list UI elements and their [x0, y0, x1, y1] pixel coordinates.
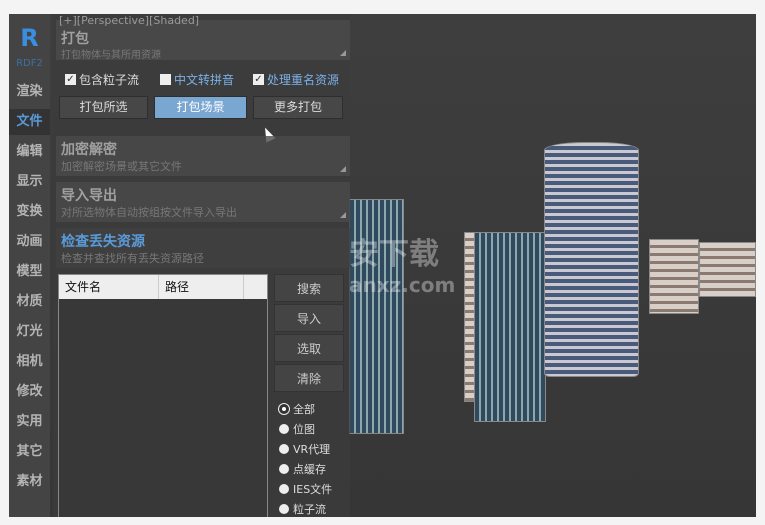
- clear-button[interactable]: 清除: [274, 364, 344, 392]
- radio-icon[interactable]: [279, 484, 289, 494]
- nav-item-material[interactable]: 材质: [9, 289, 50, 315]
- pack-scene-button[interactable]: 打包场景: [154, 96, 247, 119]
- watermark-text: 安下载: [349, 237, 439, 272]
- nav-item-edit[interactable]: 编辑: [9, 139, 50, 165]
- section-subtitle: 检查并查找所有丢失资源路径: [61, 252, 204, 265]
- nav-item-transform[interactable]: 变换: [9, 199, 50, 225]
- radio-icon[interactable]: [279, 424, 289, 434]
- radio-label: 粒子流: [293, 503, 326, 516]
- radio-label: IES文件: [293, 483, 333, 496]
- section-import-export-header[interactable]: 导入导出 对所选物体自动按组按文件导入导出: [56, 182, 350, 222]
- checkbox-label: 包含粒子流: [79, 73, 140, 87]
- checkbox-chinese-to-pinyin[interactable]: 中文转拼音: [160, 71, 234, 88]
- checkbox-unchecked-icon[interactable]: [160, 74, 171, 85]
- nav-item-model[interactable]: 模型: [9, 259, 50, 285]
- building: [649, 239, 699, 314]
- checkbox-checked-icon[interactable]: ✓: [65, 74, 76, 85]
- section-title: 打包: [61, 31, 89, 47]
- nav-item-utility[interactable]: 实用: [9, 409, 50, 435]
- nav-item-file[interactable]: 文件: [9, 109, 50, 135]
- section-subtitle: 对所选物体自动按组按文件导入导出: [61, 206, 237, 219]
- select-button[interactable]: 选取: [274, 334, 344, 362]
- radio-bitmap[interactable]: 位图: [279, 421, 315, 437]
- section-missing-assets-header[interactable]: 检查丢失资源 检查并查找所有丢失资源路径: [56, 228, 350, 268]
- pack-selected-button[interactable]: 打包所选: [59, 96, 148, 119]
- radio-particle-flow[interactable]: 粒子流: [279, 501, 326, 517]
- radio-vr-proxy[interactable]: VR代理: [279, 441, 330, 457]
- more-pack-button[interactable]: 更多打包: [253, 96, 343, 119]
- sidebar-nav: R RDF2 渲染 文件 编辑 显示 变换 动画 模型 材质 灯光 相机 修改 …: [9, 14, 50, 517]
- radio-icon[interactable]: [279, 504, 289, 514]
- viewport-label[interactable]: [+][Perspective][Shaded]: [59, 15, 199, 27]
- radio-label: 点缓存: [293, 463, 326, 476]
- checkbox-include-particle-flow[interactable]: ✓ 包含粒子流: [65, 71, 139, 88]
- radio-point-cache[interactable]: 点缓存: [279, 461, 326, 477]
- building: [544, 142, 639, 377]
- section-title: 加密解密: [61, 142, 117, 158]
- radio-label: 位图: [293, 423, 315, 436]
- nav-item-display[interactable]: 显示: [9, 169, 50, 195]
- nav-item-camera[interactable]: 相机: [9, 349, 50, 375]
- section-subtitle: 打包物体与其所用资源: [61, 50, 161, 61]
- nav-item-render[interactable]: 渲染: [9, 79, 50, 105]
- building: [699, 242, 756, 297]
- expand-icon[interactable]: [340, 166, 346, 172]
- radio-label: VR代理: [293, 443, 331, 456]
- logo: R: [20, 24, 39, 52]
- nav-item-other[interactable]: 其它: [9, 439, 50, 465]
- nav-item-light[interactable]: 灯光: [9, 319, 50, 345]
- table-header: 文件名 路径: [59, 275, 267, 299]
- nav-item-assets[interactable]: 素材: [9, 469, 50, 495]
- radio-icon[interactable]: [279, 464, 289, 474]
- import-button[interactable]: 导入: [274, 304, 344, 332]
- checkbox-label: 中文转拼音: [174, 73, 235, 87]
- section-title: 导入导出: [61, 188, 117, 204]
- expand-icon[interactable]: [340, 50, 346, 56]
- expand-icon[interactable]: [340, 212, 346, 218]
- checkbox-label: 处理重名资源: [267, 73, 340, 87]
- radio-selected-icon[interactable]: [279, 404, 289, 414]
- radio-icon[interactable]: [279, 444, 289, 454]
- radio-ies-file[interactable]: IES文件: [279, 481, 332, 497]
- building: [474, 232, 546, 422]
- checkbox-handle-duplicate-names[interactable]: ✓ 处理重名资源: [253, 71, 339, 88]
- radio-label: 全部: [293, 403, 315, 416]
- missing-assets-table[interactable]: 文件名 路径: [58, 274, 268, 517]
- section-encrypt-header[interactable]: 加密解密 加密解密场景或其它文件: [56, 136, 350, 176]
- column-header-path[interactable]: 路径: [159, 275, 244, 299]
- column-header-filename[interactable]: 文件名: [59, 275, 159, 299]
- nav-item-animation[interactable]: 动画: [9, 229, 50, 255]
- section-subtitle: 加密解密场景或其它文件: [61, 160, 182, 173]
- watermark: 安下载 anxz.com: [349, 229, 455, 297]
- nav-item-modify[interactable]: 修改: [9, 379, 50, 405]
- app-window: 安下载 anxz.com R RDF2 渲染 文件 编辑 显示 变换 动画 模型 …: [9, 14, 756, 517]
- file-panel: 打包 打包物体与其所用资源 ✓ 包含粒子流 中文转拼音 ✓ 处理重名资源 打包所选 …: [53, 14, 350, 517]
- search-button[interactable]: 搜索: [274, 274, 344, 302]
- logo-subtitle: RDF2: [16, 58, 43, 69]
- section-title: 检查丢失资源: [61, 234, 145, 250]
- radio-all[interactable]: 全部: [279, 401, 315, 417]
- checkbox-checked-icon[interactable]: ✓: [253, 74, 264, 85]
- watermark-sub: anxz.com: [349, 273, 456, 297]
